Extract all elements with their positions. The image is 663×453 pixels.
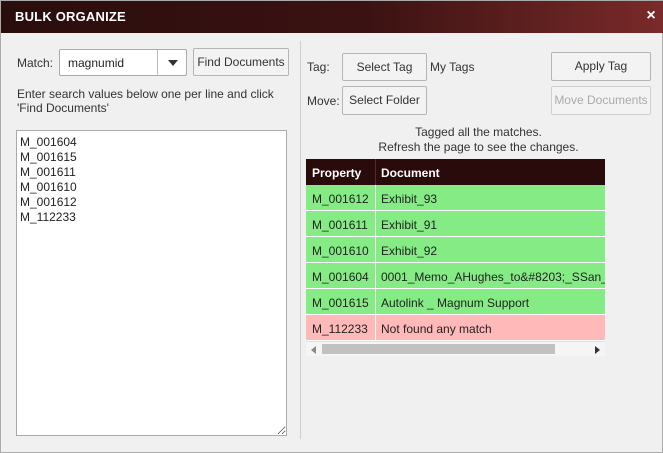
table-row: M_001604 0001_Memo_AHughes_to&#8203;_SSa… [306, 263, 605, 289]
results-table: Property Document M_001612 Exhibit_93 M_… [306, 159, 605, 357]
find-documents-button[interactable]: Find Documents [193, 48, 289, 76]
document-cell: Not found any match [381, 322, 492, 336]
scroll-right-arrow-icon[interactable] [595, 346, 600, 354]
document-cell: Exhibit_93 [381, 192, 438, 206]
match-label: Match: [17, 56, 54, 70]
column-divider [375, 159, 376, 185]
table-row: M_001615 Autolink _ Magnum Support [306, 289, 605, 315]
select-separator [157, 50, 158, 75]
tag-label: Tag: [307, 60, 330, 74]
dialog-titlebar: BULK ORGANIZE × [1, 1, 663, 33]
property-cell: M_001615 [312, 296, 369, 310]
search-instructions: Enter search values below one per line a… [17, 87, 274, 115]
cell-divider [375, 211, 376, 237]
bulk-organize-dialog: BULK ORGANIZE × Match: magnumid Find Doc… [0, 0, 663, 453]
property-cell: M_112233 [312, 322, 368, 336]
property-cell: M_001611 [312, 218, 368, 232]
scrollbar-thumb[interactable] [322, 344, 555, 354]
close-icon[interactable]: × [642, 7, 660, 25]
match-select-value: magnumid [68, 56, 125, 70]
select-folder-button[interactable]: Select Folder [342, 86, 427, 115]
table-row: M_001611 Exhibit_91 [306, 211, 605, 237]
table-row: M_001610 Exhibit_92 [306, 237, 605, 263]
document-cell: Exhibit_92 [381, 244, 438, 258]
status-message: Tagged all the matches. Refresh the page… [306, 125, 651, 155]
dialog-title: BULK ORGANIZE [15, 9, 126, 24]
chevron-down-icon[interactable] [168, 60, 178, 66]
scroll-left-arrow-icon[interactable] [311, 346, 316, 354]
move-label: Move: [307, 94, 340, 108]
tag-value: My Tags [430, 60, 475, 74]
property-cell: M_001612 [312, 192, 369, 206]
table-row: M_112233 Not found any match [306, 315, 605, 341]
property-cell: M_001610 [312, 244, 369, 258]
panel-divider [300, 41, 301, 439]
results-table-header: Property Document [306, 159, 605, 185]
document-cell: Exhibit_91 [381, 218, 438, 232]
cell-divider [375, 237, 376, 263]
document-cell: 0001_Memo_AHughes_to&#8203;_SSan_Sl [381, 270, 605, 284]
select-tag-button[interactable]: Select Tag [342, 53, 427, 81]
table-row: M_001612 Exhibit_93 [306, 185, 605, 211]
cell-divider [375, 289, 376, 315]
apply-tag-button[interactable]: Apply Tag [551, 52, 651, 81]
move-documents-button[interactable]: Move Documents [551, 86, 651, 115]
search-values-textarea[interactable]: M_001604 M_001615 M_001611 M_001610 M_00… [16, 130, 287, 436]
column-header-property: Property [312, 166, 362, 180]
match-select[interactable]: magnumid [59, 49, 187, 76]
column-header-document: Document [381, 166, 440, 180]
cell-divider [375, 263, 376, 289]
document-cell: Autolink _ Magnum Support [381, 296, 530, 310]
property-cell: M_001604 [312, 270, 369, 284]
horizontal-scrollbar[interactable] [306, 341, 605, 356]
status-line-2: Refresh the page to see the changes. [378, 140, 579, 154]
status-line-1: Tagged all the matches. [415, 125, 542, 139]
cell-divider [375, 315, 376, 341]
cell-divider [375, 185, 376, 211]
